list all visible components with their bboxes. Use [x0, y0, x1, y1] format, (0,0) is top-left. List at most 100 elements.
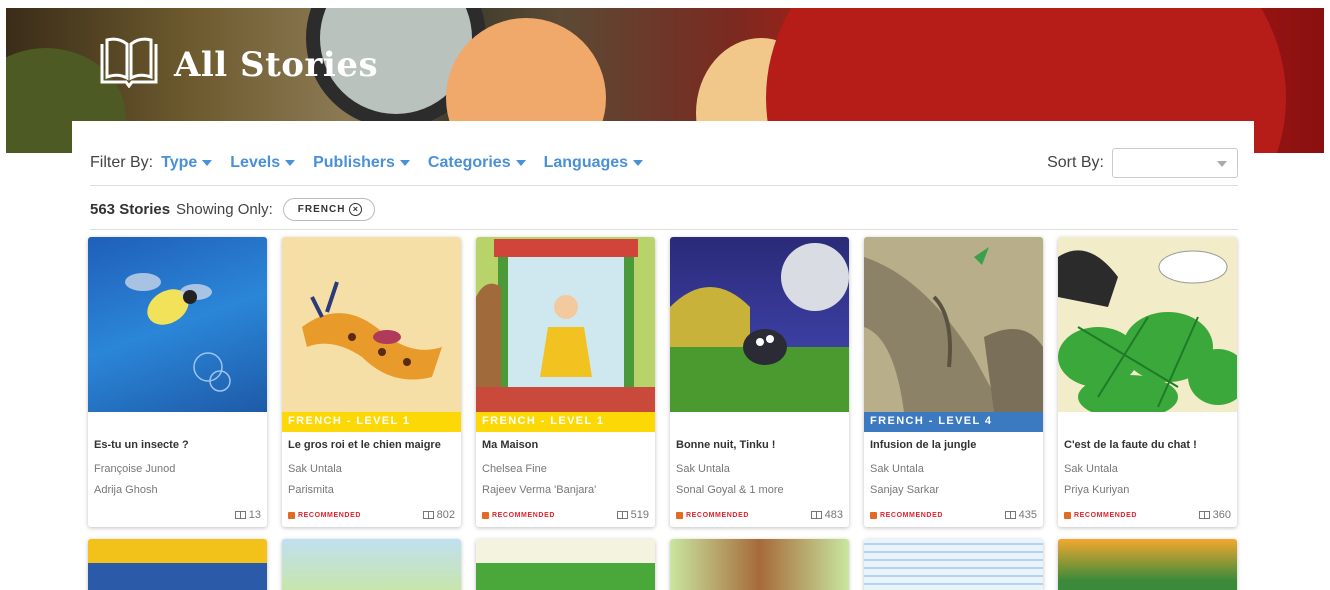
- recommended-badge: RECOMMENDED: [482, 511, 555, 519]
- story-title[interactable]: Infusion de la jungle: [864, 432, 1043, 451]
- showing-only-label: Showing Only:: [176, 200, 273, 218]
- filter-categories-label: Categories: [427, 154, 511, 171]
- cover-image[interactable]: [1058, 237, 1237, 412]
- filter-publishers-dropdown[interactable]: Publishers: [313, 154, 410, 172]
- divider: [90, 229, 1238, 230]
- story-illustrator[interactable]: Adrija Ghosh: [88, 475, 267, 496]
- filter-languages-label: Languages: [543, 154, 629, 171]
- reads-value: 519: [630, 509, 649, 521]
- recommended-badge: RECOMMENDED: [288, 511, 361, 519]
- caret-down-icon: [399, 160, 410, 166]
- caret-down-icon: [515, 160, 526, 166]
- cover-image[interactable]: [476, 237, 655, 412]
- card-footer: RECOMMENDED 360: [1064, 509, 1231, 521]
- story-title[interactable]: Es-tu un insecte ?: [88, 432, 267, 451]
- story-card-partial[interactable]: [282, 539, 461, 590]
- reads-value: 802: [436, 509, 455, 521]
- recommended-label: RECOMMENDED: [686, 511, 749, 519]
- story-title[interactable]: Ma Maison: [476, 432, 655, 451]
- story-card-partial[interactable]: [864, 539, 1043, 590]
- story-author[interactable]: Sak Untala: [282, 451, 461, 475]
- caret-down-icon: [202, 160, 213, 166]
- filter-levels-dropdown[interactable]: Levels: [230, 154, 296, 172]
- story-card-partial[interactable]: [670, 539, 849, 590]
- book-icon: [1004, 511, 1016, 519]
- story-card-partial[interactable]: [1058, 539, 1237, 590]
- story-illustrator[interactable]: Sanjay Sarkar: [864, 475, 1043, 496]
- filter-languages-dropdown[interactable]: Languages: [543, 154, 644, 172]
- thumbs-up-icon: [676, 511, 683, 519]
- story-illustrator[interactable]: Priya Kuriyan: [1058, 475, 1237, 496]
- story-illustrator[interactable]: Parismita: [282, 475, 461, 496]
- story-title[interactable]: Bonne nuit, Tinku !: [670, 432, 849, 451]
- divider: [90, 185, 1238, 186]
- filter-chip-french[interactable]: FRENCH ×: [282, 197, 376, 221]
- story-card[interactable]: FRENCH - LEVEL 1 Le gros roi et le chien…: [282, 237, 461, 527]
- story-illustrator[interactable]: Rajeev Verma 'Banjara': [476, 475, 655, 496]
- level-badge: FRENCH - LEVEL 1: [282, 412, 461, 432]
- card-footer: RECOMMENDED 802: [288, 509, 455, 521]
- filter-publishers-label: Publishers: [313, 154, 395, 171]
- chip-label: FRENCH: [297, 203, 346, 215]
- level-badge: FRENCH - LEVEL 4: [864, 412, 1043, 432]
- story-card[interactable]: FRENCH - LEVEL 1 Ma Maison Chelsea Fine …: [476, 237, 655, 527]
- reads-value: 13: [248, 509, 261, 521]
- card-footer: RECOMMENDED 483: [676, 509, 843, 521]
- level-badge: FRENCH - LEVEL 2: [94, 415, 217, 427]
- level-badge: FRENCH - LEVEL 1: [476, 412, 655, 432]
- page-title: All Stories: [174, 44, 379, 85]
- sort-group: Sort By:: [1047, 148, 1238, 178]
- recommended-label: RECOMMENDED: [492, 511, 555, 519]
- story-author[interactable]: Sak Untala: [864, 451, 1043, 475]
- cover-image[interactable]: [864, 237, 1043, 412]
- cover-image[interactable]: [88, 237, 267, 412]
- recommended-label: RECOMMENDED: [1074, 511, 1137, 519]
- story-card[interactable]: FRENCH - LEVEL 4 Infusion de la jungle S…: [864, 237, 1043, 527]
- story-grid: FRENCH - LEVEL 2 Es-tu un insecte ? Fran…: [88, 237, 1240, 590]
- recommended-label: RECOMMENDED: [880, 511, 943, 519]
- story-title[interactable]: C'est de la faute du chat !: [1058, 432, 1237, 451]
- story-card[interactable]: FRENCH - LEVEL 2 C'est de la faute du ch…: [1058, 237, 1237, 527]
- story-author[interactable]: Sak Untala: [670, 451, 849, 475]
- story-author[interactable]: Sak Untala: [1058, 451, 1237, 475]
- book-icon: [810, 511, 822, 519]
- level-badge: FRENCH - LEVEL 2: [676, 415, 799, 427]
- caret-down-icon: [285, 160, 296, 166]
- filter-levels-label: Levels: [230, 154, 281, 171]
- story-author[interactable]: Chelsea Fine: [476, 451, 655, 475]
- reads-count: 435: [1004, 509, 1037, 521]
- reads-count: 360: [1198, 509, 1231, 521]
- filter-type-label: Type: [161, 154, 198, 171]
- card-footer: 13: [94, 509, 261, 521]
- sort-select[interactable]: [1112, 148, 1238, 178]
- story-card-partial[interactable]: [476, 539, 655, 590]
- cover-image[interactable]: [670, 237, 849, 412]
- reads-value: 435: [1018, 509, 1037, 521]
- cover-image[interactable]: [282, 237, 461, 412]
- card-footer: RECOMMENDED 435: [870, 509, 1037, 521]
- reads-count: 802: [422, 509, 455, 521]
- reads-count: 519: [616, 509, 649, 521]
- close-circle-icon[interactable]: ×: [349, 202, 363, 216]
- book-icon: [98, 36, 160, 93]
- recommended-badge: RECOMMENDED: [1064, 511, 1137, 519]
- story-count: 563 Stories: [90, 200, 171, 218]
- book-icon: [422, 511, 434, 519]
- story-card-partial[interactable]: [88, 539, 267, 590]
- sort-by-label: Sort By:: [1047, 154, 1104, 171]
- filter-type-dropdown[interactable]: Type: [161, 154, 213, 172]
- filter-bar: Filter By: Type Levels Publishers Catego…: [90, 143, 1238, 183]
- hero-title-group: All Stories: [98, 36, 378, 93]
- reads-value: 360: [1212, 509, 1231, 521]
- story-title[interactable]: Le gros roi et le chien maigre: [282, 432, 461, 451]
- book-icon: [234, 511, 246, 519]
- reads-value: 483: [824, 509, 843, 521]
- recommended-badge: RECOMMENDED: [676, 511, 749, 519]
- recommended-badge: RECOMMENDED: [870, 511, 943, 519]
- story-card[interactable]: FRENCH - LEVEL 2 Bonne nuit, Tinku ! Sak…: [670, 237, 849, 527]
- story-card[interactable]: FRENCH - LEVEL 2 Es-tu un insecte ? Fran…: [88, 237, 267, 527]
- story-author[interactable]: Françoise Junod: [88, 451, 267, 475]
- filter-categories-dropdown[interactable]: Categories: [428, 154, 526, 172]
- story-illustrator[interactable]: Sonal Goyal & 1 more: [670, 475, 849, 496]
- stories-panel: Filter By: Type Levels Publishers Catego…: [72, 121, 1254, 590]
